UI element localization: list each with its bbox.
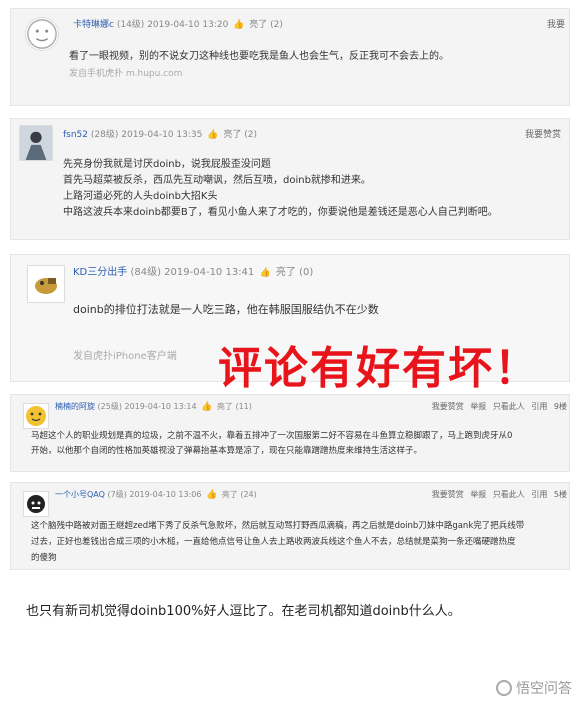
comment-text-line: 开始，以他那个自闭的性格加英雄视没了弹幕抬基本算是凉了，现在只能靠蹭蹭热度来维持… (31, 446, 423, 456)
comment-meta: 一个小号QAQ (7级) 2019-04-10 13:06 👍 亮了 (24) (55, 489, 257, 500)
user-level: (25级) (97, 402, 122, 411)
comment-text-line: 上路河道必死的人头doinb大招K头 (63, 191, 218, 202)
avatar[interactable] (25, 17, 59, 51)
comment-card: 楠楠的阿旋 (25级) 2019-04-10 13:14 👍 亮了 (11) 我… (10, 394, 570, 472)
comment-text-line: 这个脑残中路被对面王继超zed堵下秀了反杀气急败坏，然后就互动骂打野西瓜滴稿，再… (31, 521, 525, 531)
username-link[interactable]: 卡特琳娜c (73, 20, 114, 30)
default-avatar-icon (27, 19, 57, 49)
floor-number: 9楼 (553, 402, 567, 411)
character-avatar-icon (20, 126, 52, 160)
post-source: 发自手机虎扑 m.hupu.com (69, 69, 183, 79)
user-level: (7级) (107, 490, 127, 499)
meme-face-avatar-icon (24, 492, 48, 516)
quote-link[interactable]: 引用 (531, 402, 547, 411)
floor-number: 5楼 (553, 490, 567, 499)
username-link[interactable]: 一个小号QAQ (55, 490, 105, 499)
timestamp: 2019-04-10 13:14 (124, 402, 197, 411)
thumbs-up-icon[interactable]: 👍 (201, 402, 212, 412)
reward-link[interactable]: 我要赞赏 (432, 402, 464, 411)
post-actions: 我要赞赏 举报 只看此人 引用 9楼 (428, 401, 567, 412)
comment-text: 看了一眼视频，别的不说女刀这种线也要吃我是鱼人也会生气，反正我可不会去上的。 (69, 51, 449, 62)
username-link[interactable]: fsn52 (63, 130, 88, 140)
like-count: (11) (235, 402, 252, 411)
comment-text-line: 的傻狗 (31, 553, 57, 563)
timestamp: 2019-04-10 13:41 (164, 267, 255, 278)
reward-link[interactable]: 我要赞赏 (432, 490, 464, 499)
username-link[interactable]: KD三分出手 (73, 267, 127, 278)
watermark-text: 悟空问答 (516, 681, 572, 697)
like-label[interactable]: 亮了 (222, 490, 238, 499)
username-link[interactable]: 楠楠的阿旋 (55, 402, 95, 411)
avatar[interactable] (19, 125, 53, 161)
comment-text-line: 过去，正好也差钱出合成三项的小木槌，一直给他点信号让鱼人去上路收两波兵线这个鱼人… (31, 537, 516, 547)
comment-card: 一个小号QAQ (7级) 2019-04-10 13:06 👍 亮了 (24) … (10, 482, 570, 570)
comment-meta: fsn52 (28级) 2019-04-10 13:35 👍 亮了 (2) (63, 127, 257, 140)
thumbs-up-icon[interactable]: 👍 (207, 130, 218, 140)
comment-text-line: 中路这波兵本来doinb都要B了，看见小鱼人来了才吃的，你要说他是差钱还是恶心人… (63, 207, 498, 218)
comment-card: 卡特琳娜c (14级) 2019-04-10 13:20 👍 亮了 (2) 我要… (10, 8, 570, 106)
comment-text-line: 马超这个人的职业规划是真的垃圾，之前不温不火，靠着五排冲了一次国服第二好不容易在… (31, 431, 513, 441)
timestamp: 2019-04-10 13:06 (129, 490, 202, 499)
user-level: (14级) (116, 20, 145, 30)
comment-text: doinb的排位打法就是一人吃三路，他在韩服国服结仇不在少数 (73, 303, 379, 316)
avatar[interactable] (23, 491, 49, 517)
post-source: 发自虎扑iPhone客户端 (73, 351, 177, 362)
emoji-avatar-icon (26, 406, 46, 426)
like-label[interactable]: 亮了 (217, 402, 233, 411)
avatar[interactable] (23, 403, 49, 429)
report-link[interactable]: 举报 (470, 402, 486, 411)
comment-text-line: 首先马超菜被反杀，西瓜先互动嘲讽，然后互喷，doinb就掺和进来。 (63, 175, 371, 186)
overlay-headline: 评论有好有坏！ (218, 343, 540, 394)
cartoon-avatar-icon (28, 266, 64, 302)
user-level: (28级) (90, 130, 119, 140)
watermark: 悟空问答 (496, 678, 572, 698)
like-label[interactable]: 亮了 (276, 267, 296, 278)
only-this-user-link[interactable]: 只看此人 (493, 490, 525, 499)
post-actions: 我要赞赏 举报 只看此人 引用 5楼 (428, 489, 567, 500)
timestamp: 2019-04-10 13:20 (147, 20, 229, 30)
timestamp: 2019-04-10 13:35 (121, 130, 203, 140)
comment-meta: 楠楠的阿旋 (25级) 2019-04-10 13:14 👍 亮了 (11) (55, 401, 252, 412)
only-this-user-link[interactable]: 只看此人 (493, 402, 525, 411)
comment-meta: KD三分出手 (84级) 2019-04-10 13:41 👍 亮了 (0) (73, 263, 313, 278)
like-count: (2) (270, 20, 283, 30)
article-caption: 也只有新司机觉得doinb100%好人逗比了。在老司机都知道doinb什么人。 (26, 604, 461, 619)
comment-text-line: 先亮身份我就是讨厌doinb，说我屁股歪没问题 (63, 159, 271, 170)
user-level: (84级) (130, 267, 161, 278)
reward-link[interactable]: 我要 (543, 17, 565, 30)
like-count: (2) (244, 130, 257, 140)
thumbs-up-icon[interactable]: 👍 (233, 20, 244, 30)
like-count: (0) (299, 267, 314, 278)
thumbs-up-icon[interactable]: 👍 (206, 490, 217, 500)
like-count: (24) (240, 490, 257, 499)
thumbs-up-icon[interactable]: 👍 (259, 268, 270, 278)
quote-link[interactable]: 引用 (531, 490, 547, 499)
comment-card: fsn52 (28级) 2019-04-10 13:35 👍 亮了 (2) 我要… (10, 118, 570, 240)
report-link[interactable]: 举报 (470, 490, 486, 499)
reward-link[interactable]: 我要赞赏 (521, 127, 561, 140)
like-label[interactable]: 亮了 (223, 130, 241, 140)
like-label[interactable]: 亮了 (249, 20, 267, 30)
avatar[interactable] (27, 265, 65, 303)
comment-meta: 卡特琳娜c (14级) 2019-04-10 13:20 👍 亮了 (2) (73, 17, 283, 30)
wukong-logo-icon (496, 680, 512, 696)
